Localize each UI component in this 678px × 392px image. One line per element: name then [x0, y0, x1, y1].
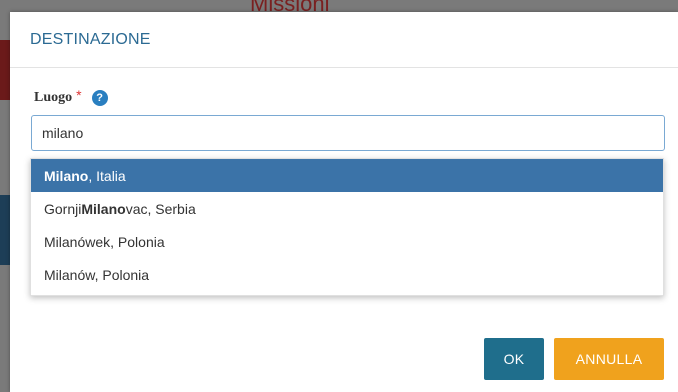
- destination-modal: DESTINAZIONE Luogo * ? Milano, Italia Go…: [10, 12, 678, 392]
- place-label-row: Luogo * ?: [34, 87, 108, 106]
- item-prefix: Milanów, Polonia: [44, 266, 150, 283]
- ok-button[interactable]: OK: [484, 338, 544, 380]
- dropdown-item-milanowek[interactable]: Milanówek, Polonia: [31, 225, 663, 258]
- dropdown-item-gornji-milanovac[interactable]: Gornji Milano vac, Serbia: [31, 192, 663, 225]
- modal-title: DESTINAZIONE: [30, 30, 151, 48]
- modal-header: DESTINAZIONE: [10, 12, 678, 68]
- required-mark: *: [76, 87, 82, 103]
- item-prefix: Milanówek, Polonia: [44, 233, 165, 250]
- item-suffix: , Italia: [88, 167, 126, 184]
- help-icon[interactable]: ?: [91, 90, 108, 106]
- autocomplete-dropdown: Milano, Italia Gornji Milano vac, Serbia …: [30, 158, 664, 296]
- dropdown-item-milanow[interactable]: Milanów, Polonia: [31, 258, 663, 291]
- place-input[interactable]: [31, 115, 665, 151]
- item-suffix: vac, Serbia: [125, 200, 196, 217]
- item-match: Milano: [81, 200, 126, 217]
- item-match: Milano: [44, 167, 89, 184]
- cancel-button[interactable]: ANNULLA: [554, 338, 664, 380]
- dropdown-item-milano-italia[interactable]: Milano, Italia: [31, 159, 663, 192]
- item-prefix: Gornji: [44, 200, 82, 217]
- place-label: Luogo: [34, 90, 73, 105]
